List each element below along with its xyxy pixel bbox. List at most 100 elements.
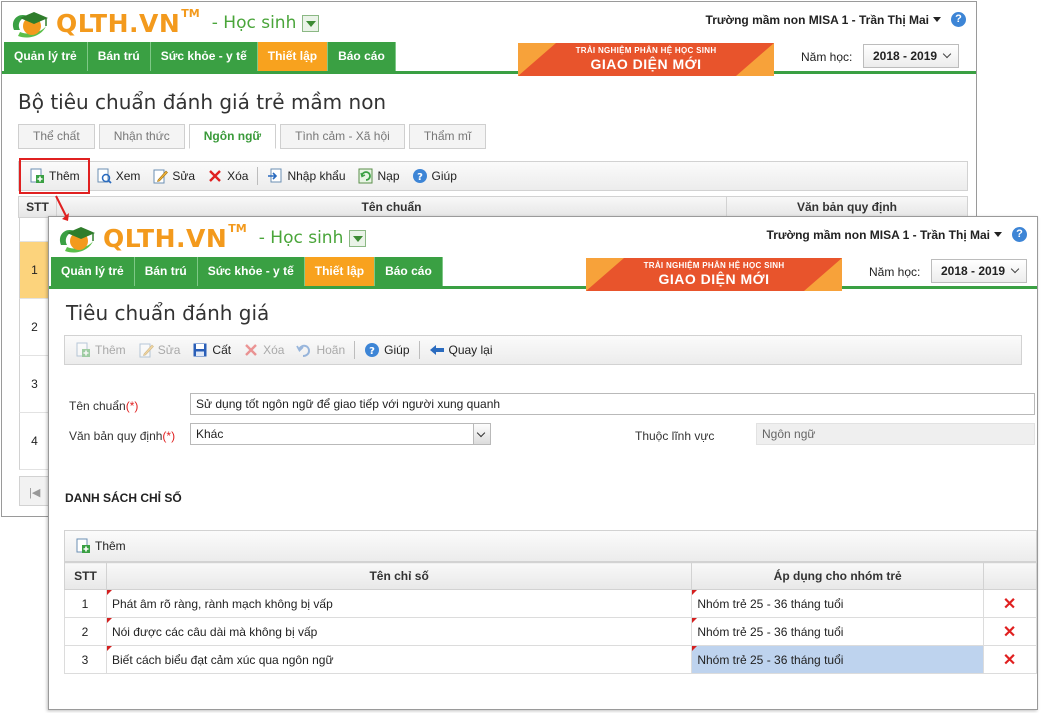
- table-row[interactable]: 4: [19, 413, 49, 470]
- back-label: Quay lại: [448, 343, 493, 357]
- menu-boarding[interactable]: Bán trú: [87, 42, 151, 71]
- table-row[interactable]: 2 Nói được các câu dài mà không bị vấp N…: [64, 617, 1037, 646]
- col-stt: STT: [19, 197, 57, 217]
- graduation-cap-logo-icon: [55, 221, 101, 255]
- school-year-label: Năm học:: [801, 50, 853, 64]
- table-row[interactable]: 3: [19, 356, 49, 413]
- school-year-select[interactable]: 2018 - 2019: [931, 259, 1027, 283]
- domain-field: Ngôn ngữ: [756, 423, 1035, 445]
- new-ui-banner[interactable]: TRẢI NGHIỆM PHÂN HỆ HỌC SINH GIAO DIỆN M…: [586, 258, 842, 291]
- add-document-icon: [29, 168, 45, 184]
- save-label: Cất: [212, 343, 232, 357]
- module-name: - Học sinh: [211, 13, 297, 33]
- undo-icon: [296, 342, 312, 358]
- add-indicator-label: Thêm: [95, 539, 126, 553]
- new-ui-banner[interactable]: TRẢI NGHIỆM PHÂN HỆ HỌC SINH GIAO DIỆN M…: [518, 43, 774, 76]
- edit-pencil-icon: [138, 342, 154, 358]
- add-document-icon: [75, 538, 91, 554]
- reload-button[interactable]: Nạp: [352, 163, 406, 189]
- menu-settings[interactable]: Thiết lập: [304, 257, 376, 286]
- edit-button[interactable]: Sửa: [132, 337, 187, 363]
- save-button[interactable]: Cất: [186, 337, 237, 363]
- delete-button[interactable]: Xóa: [237, 337, 290, 363]
- app-logo[interactable]: QLTH.VN TM - Học sinh: [55, 221, 367, 255]
- chevron-down-icon: [1010, 264, 1020, 274]
- menu-boarding[interactable]: Bán trú: [134, 257, 198, 286]
- import-button[interactable]: Nhập khẩu: [261, 163, 351, 189]
- regulation-select[interactable]: Khác: [190, 423, 491, 445]
- undo-label: Hoãn: [316, 343, 346, 357]
- standard-name-input[interactable]: Sử dụng tốt ngôn ngữ để giao tiếp với ng…: [190, 393, 1035, 415]
- help-icon[interactable]: ?: [951, 12, 966, 27]
- edit-label: Sửa: [157, 343, 181, 357]
- delete-row-button[interactable]: ✕: [983, 645, 1037, 674]
- tab-social-emotional[interactable]: Tình cảm - Xã hội: [280, 124, 405, 149]
- indicator-table: STT Tên chỉ số Áp dụng cho nhóm trẻ 1 Ph…: [64, 562, 1037, 674]
- menu-settings[interactable]: Thiết lập: [257, 42, 329, 71]
- module-dropdown-icon[interactable]: [349, 229, 367, 247]
- table-row[interactable]: 2: [19, 299, 49, 356]
- help-icon: ?: [364, 342, 380, 358]
- add-label: Thêm: [95, 343, 126, 357]
- back-button[interactable]: Quay lại: [423, 337, 499, 363]
- table-row[interactable]: 3 Biết cách biểu đạt cảm xúc qua ngôn ng…: [64, 645, 1037, 674]
- help-button[interactable]: ? Giúp: [358, 337, 415, 363]
- user-menu[interactable]: Trường mầm non MISA 1 - Trần Thị Mai ?: [767, 227, 1027, 242]
- menu-reports[interactable]: Báo cáo: [328, 42, 396, 71]
- menu-reports[interactable]: Báo cáo: [375, 257, 443, 286]
- indicator-name-cell[interactable]: Nói được các câu dài mà không bị vấp: [105, 617, 693, 646]
- dirty-marker-icon: [106, 646, 112, 651]
- first-page-button[interactable]: |◀: [19, 476, 49, 506]
- age-group-cell[interactable]: Nhóm trẻ 25 - 36 tháng tuổi: [691, 589, 985, 618]
- standard-name-label: Tên chuẩn(*): [69, 399, 139, 413]
- delete-row-button[interactable]: ✕: [983, 589, 1037, 618]
- tab-language[interactable]: Ngôn ngữ: [188, 124, 277, 149]
- banner-line2: GIAO DIỆN MỚI: [590, 56, 702, 72]
- delete-button[interactable]: Xóa: [201, 163, 254, 189]
- tab-cognitive[interactable]: Nhận thức: [98, 124, 185, 149]
- indicator-name-cell[interactable]: Biết cách biểu đạt cảm xúc qua ngôn ngữ: [105, 645, 693, 674]
- delete-x-icon: ✕: [1002, 595, 1017, 613]
- domain-label: Thuộc lĩnh vực: [635, 429, 715, 443]
- menu-children[interactable]: Quản lý trẻ: [4, 42, 88, 71]
- menu-children[interactable]: Quản lý trẻ: [51, 257, 135, 286]
- graduation-cap-logo-icon: [8, 6, 54, 40]
- undo-button[interactable]: Hoãn: [290, 337, 351, 363]
- add-indicator-button[interactable]: Thêm: [69, 533, 132, 559]
- table-row[interactable]: 1: [19, 242, 49, 299]
- table-row[interactable]: 1 Phát âm rõ ràng, rành mạch không bị vấ…: [64, 589, 1037, 618]
- module-name: - Học sinh: [258, 228, 344, 248]
- row-stt: 2: [64, 617, 107, 646]
- tab-aesthetic[interactable]: Thẩm mĩ: [408, 124, 487, 149]
- banner-line1: TRẢI NGHIỆM PHÂN HỆ HỌC SINH: [643, 261, 785, 270]
- tab-physical[interactable]: Thể chất: [18, 124, 95, 149]
- age-group-cell-selected[interactable]: Nhóm trẻ 25 - 36 tháng tuổi: [691, 645, 985, 674]
- indicator-name-cell[interactable]: Phát âm rõ ràng, rành mạch không bị vấp: [105, 589, 693, 618]
- main-menu: Quản lý trẻ Bán trú Sức khỏe - y tế Thiế…: [49, 257, 1037, 291]
- col-indicator-name: Tên chỉ số: [105, 562, 693, 590]
- edit-button[interactable]: Sửa: [146, 163, 201, 189]
- delete-label: Xóa: [227, 169, 249, 183]
- save-floppy-icon: [192, 342, 208, 358]
- indicator-section-title: DANH SÁCH CHỈ SỐ: [65, 491, 182, 505]
- school-year-select[interactable]: 2018 - 2019: [863, 44, 959, 68]
- svg-text:?: ?: [417, 172, 423, 183]
- delete-row-button[interactable]: ✕: [983, 617, 1037, 646]
- reload-label: Nạp: [377, 169, 400, 183]
- user-menu[interactable]: Trường mầm non MISA 1 - Trần Thị Mai ?: [706, 12, 966, 27]
- module-dropdown-icon[interactable]: [302, 14, 320, 32]
- age-group-cell[interactable]: Nhóm trẻ 25 - 36 tháng tuổi: [691, 617, 985, 646]
- arrow-left-icon: [429, 342, 445, 358]
- dirty-marker-icon: [692, 646, 698, 651]
- help-button[interactable]: ? Giúp: [406, 163, 463, 189]
- menu-health[interactable]: Sức khỏe - y tế: [197, 257, 305, 286]
- add-button[interactable]: Thêm: [19, 158, 90, 194]
- help-icon: ?: [412, 168, 428, 184]
- col-stt: STT: [64, 562, 107, 590]
- view-button[interactable]: Xem: [90, 163, 147, 189]
- toolbar-separator: [418, 341, 420, 359]
- app-logo[interactable]: QLTH.VN TM - Học sinh: [8, 6, 320, 40]
- add-button[interactable]: Thêm: [69, 337, 132, 363]
- menu-health[interactable]: Sức khỏe - y tế: [150, 42, 258, 71]
- help-icon[interactable]: ?: [1012, 227, 1027, 242]
